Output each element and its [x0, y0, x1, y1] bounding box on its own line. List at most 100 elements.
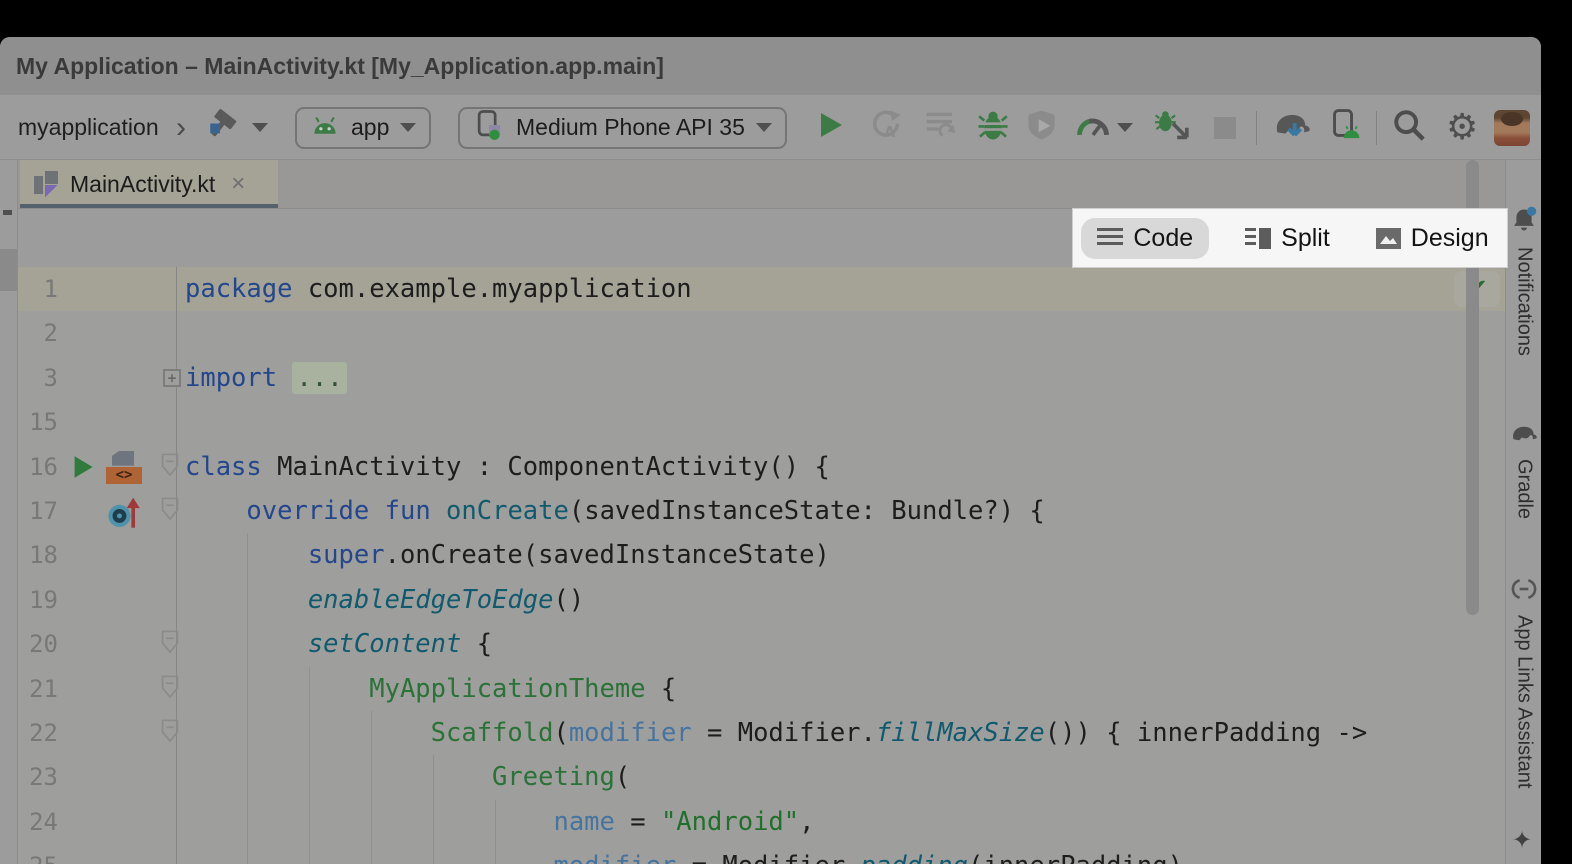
profiler-gauge-button[interactable]: [1076, 95, 1110, 160]
gauge-icon: [1076, 110, 1110, 145]
device-phone-icon: [473, 109, 505, 147]
fold-marker-icon[interactable]: [161, 497, 179, 525]
code-text: modifier = Modifier.padding(innerPadding…: [185, 844, 1183, 864]
code-editor[interactable]: 1package com.example.myapplication23+imp…: [18, 267, 1505, 864]
sidebar-item-app-links-assistant[interactable]: App Links Assistant: [1506, 576, 1541, 788]
line-number[interactable]: 21: [24, 667, 58, 711]
close-icon[interactable]: ×: [231, 170, 245, 198]
editor-tab-bar: MainActivity.kt × ⋮: [18, 160, 1505, 209]
code-text: Greeting(: [185, 755, 630, 799]
code-line[interactable]: 18 super.onCreate(savedInstanceState): [18, 533, 1505, 577]
view-mode-design[interactable]: Design: [1366, 218, 1499, 259]
line-number[interactable]: 19: [24, 578, 58, 622]
view-mode-split[interactable]: Split: [1235, 218, 1340, 259]
toolbar-divider: [1256, 111, 1257, 145]
code-line[interactable]: 19 enableEdgeToEdge(): [18, 578, 1505, 622]
view-mode-code-label: Code: [1133, 224, 1193, 253]
title-bar: My Application – MainActivity.kt [My_App…: [0, 37, 1541, 95]
left-tool-stripe[interactable]: [0, 160, 18, 864]
build-button[interactable]: [205, 95, 241, 160]
breadcrumb-chevron: ›: [176, 95, 186, 160]
window-title: My Application – MainActivity.kt [My_App…: [16, 37, 664, 95]
line-number[interactable]: 22: [24, 711, 58, 755]
gradle-icon: [1509, 422, 1539, 451]
line-number[interactable]: 17: [24, 489, 58, 533]
folded-imports-badge[interactable]: ...: [292, 362, 346, 394]
gradle-sync-icon: [1272, 108, 1312, 147]
module-selector-label: app: [351, 114, 389, 141]
module-selector[interactable]: app: [295, 95, 431, 160]
chevron-down-icon: [756, 123, 772, 132]
line-number[interactable]: 20: [24, 622, 58, 666]
settings-button[interactable]: ⚙: [1446, 95, 1478, 160]
code-text: Scaffold(modifier = Modifier.fillMaxSize…: [185, 711, 1367, 755]
line-number[interactable]: 18: [24, 533, 58, 577]
code-line[interactable]: 24 name = "Android",: [18, 800, 1505, 844]
fold-marker-icon[interactable]: [161, 453, 179, 481]
toolbar-divider: [1376, 111, 1377, 145]
build-dropdown[interactable]: [252, 95, 268, 160]
search-icon: [1392, 108, 1426, 147]
line-number[interactable]: 2: [24, 311, 58, 355]
split-view-icon: [1245, 228, 1271, 249]
code-text: MyApplicationTheme {: [185, 667, 676, 711]
gemini-sparkle-icon[interactable]: ✦: [1512, 826, 1532, 854]
gear-icon: ⚙: [1446, 110, 1478, 146]
apply-code-changes-icon: [924, 109, 956, 146]
code-line[interactable]: 23 Greeting(: [18, 755, 1505, 799]
code-line[interactable]: 20 setContent {: [18, 622, 1505, 666]
debug-button[interactable]: [978, 95, 1008, 160]
fold-marker-icon[interactable]: [161, 675, 179, 703]
fold-marker-icon[interactable]: [161, 719, 179, 747]
unfold-marker-icon[interactable]: +: [163, 369, 181, 387]
code-text: super.onCreate(savedInstanceState): [185, 533, 830, 577]
chevron-down-icon: [1117, 123, 1133, 132]
android-icon: [310, 114, 340, 142]
code-line[interactable]: 2: [18, 311, 1505, 355]
view-mode-code[interactable]: Code: [1081, 218, 1209, 259]
code-line[interactable]: 15: [18, 400, 1505, 444]
code-line[interactable]: 25 modifier = Modifier.padding(innerPadd…: [18, 844, 1505, 864]
run-icon: [815, 110, 845, 145]
device-selector[interactable]: Medium Phone API 35: [458, 95, 787, 160]
code-line[interactable]: 22 Scaffold(modifier = Modifier.fillMaxS…: [18, 711, 1505, 755]
apply-changes-icon: A: [870, 109, 902, 146]
tab-mainactivity[interactable]: MainActivity.kt ×: [20, 160, 278, 208]
right-tool-stripe: Notifications Gradle App Links Assistant…: [1505, 160, 1541, 864]
line-number[interactable]: 23: [24, 755, 58, 799]
avatar: [1494, 110, 1530, 146]
tab-label: MainActivity.kt: [70, 171, 215, 198]
breadcrumb[interactable]: myapplication: [18, 95, 159, 160]
profiler-button: [1027, 95, 1059, 160]
user-avatar[interactable]: [1494, 95, 1530, 160]
design-view-icon: [1376, 228, 1401, 249]
run-gutter-icon[interactable]: [72, 455, 94, 483]
code-text: setContent {: [185, 622, 492, 666]
fold-marker-icon[interactable]: [161, 630, 179, 658]
line-number[interactable]: 15: [24, 400, 58, 444]
code-line[interactable]: 21 MyApplicationTheme {: [18, 667, 1505, 711]
overrides-method-gutter-icon[interactable]: [106, 495, 146, 533]
line-number[interactable]: 3: [24, 356, 58, 400]
profiler-dropdown[interactable]: [1117, 95, 1133, 160]
gradle-sync-button[interactable]: [1272, 95, 1312, 160]
line-number[interactable]: 25: [24, 844, 58, 864]
chevron-down-icon: [252, 123, 268, 132]
run-button[interactable]: [815, 95, 845, 160]
search-everywhere-button[interactable]: [1392, 95, 1426, 160]
sidebar-item-gradle[interactable]: Gradle: [1506, 422, 1541, 519]
code-line[interactable]: 1package com.example.myapplication: [18, 267, 1505, 311]
code-line[interactable]: 3+import ...: [18, 356, 1505, 400]
line-number[interactable]: 1: [24, 267, 58, 311]
hammer-icon: [205, 107, 241, 148]
sidebar-label-notifications: Notifications: [1513, 247, 1536, 356]
compose-preview-gutter-icon[interactable]: <>: [106, 451, 142, 484]
line-number[interactable]: 24: [24, 800, 58, 844]
code-line[interactable]: 17 override fun onCreate(savedInstanceSt…: [18, 489, 1505, 533]
apply-code-changes-button: [924, 95, 956, 160]
attach-debugger-button[interactable]: [1155, 95, 1191, 160]
code-line[interactable]: 16<>class MainActivity : ComponentActivi…: [18, 445, 1505, 489]
sidebar-item-notifications[interactable]: Notifications: [1506, 206, 1541, 356]
device-manager-button[interactable]: [1328, 95, 1362, 160]
line-number[interactable]: 16: [24, 445, 58, 489]
